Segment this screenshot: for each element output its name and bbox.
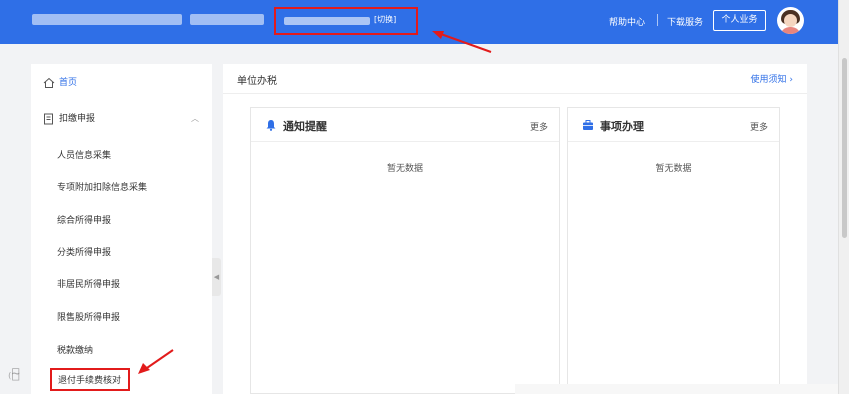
notification-card: 通知提醒 更多 暂无数据 (250, 107, 560, 394)
scrollbar-thumb[interactable] (842, 58, 847, 238)
empty-state: 暂无数据 (386, 164, 423, 174)
masked-site-subtitle (190, 14, 264, 25)
briefcase-icon (583, 120, 593, 130)
sidebar: 首页 扣缴申报 ︿ 人员信息采集 专项附加扣除信息采集 综合所得申报 分类所得申… (31, 64, 212, 394)
card-header: 事项办理 更多 (568, 108, 779, 142)
avatar[interactable] (777, 7, 804, 34)
sidebar-collapse-handle[interactable]: ◀ (212, 258, 221, 296)
card-title: 事项办理 (600, 120, 644, 133)
download-service-link[interactable]: 下载服务 (667, 15, 703, 28)
top-header: [切换] 帮助中心 下载服务 个人业务 (0, 0, 838, 44)
sidebar-item-home[interactable]: 首页 (31, 70, 212, 96)
sidebar-item-label: 扣缴申报 (59, 114, 96, 124)
bottom-toolbar-fragment (515, 384, 838, 394)
help-center-link[interactable]: 帮助中心 (609, 15, 645, 28)
more-link[interactable]: 更多 (530, 120, 548, 133)
chevron-up-icon[interactable]: ︿ (191, 106, 199, 132)
sidebar-item-label: 退付手续费核对 (58, 376, 122, 386)
sidebar-item-fee-refund-check[interactable]: 退付手续费核对 (50, 368, 130, 391)
card-header: 通知提醒 更多 (251, 108, 559, 142)
page-title: 单位办税 (237, 76, 277, 87)
sidebar-item-comprehensive-income[interactable]: 综合所得申报 (57, 213, 111, 226)
document-icon (44, 113, 53, 125)
task-card: 事项办理 更多 暂无数据 (567, 107, 780, 394)
watermark-logo-icon: ₍ఠ̴ (8, 366, 20, 382)
personal-business-button[interactable]: 个人业务 (713, 10, 766, 31)
avatar-shirt (780, 27, 801, 34)
sidebar-item-tax-payment[interactable]: 税款缴纳 (57, 343, 93, 356)
empty-state: 暂无数据 (655, 164, 692, 174)
sidebar-item-classified-income[interactable]: 分类所得申报 (57, 245, 111, 258)
main-panel: 单位办税 使用须知 › 通知提醒 更多 暂无数据 事项办理 更多 暂无数据 (223, 64, 807, 394)
scrollbar[interactable] (838, 0, 849, 394)
usage-notice-link[interactable]: 使用须知 › (751, 72, 793, 85)
sidebar-item-special-deduction[interactable]: 专项附加扣除信息采集 (57, 180, 147, 193)
sidebar-item-label: 首页 (59, 78, 78, 88)
nav-divider (657, 14, 658, 26)
bell-icon (266, 120, 276, 131)
sidebar-group-withholding[interactable]: 扣缴申报 ︿ (31, 106, 212, 132)
more-link[interactable]: 更多 (750, 120, 768, 133)
annotation-arrow-sidebar (138, 349, 174, 374)
company-switch-annotation: [切换] (274, 7, 418, 35)
annotation-arrow-header (432, 31, 492, 53)
avatar-face (784, 14, 797, 27)
sidebar-item-restricted-shares[interactable]: 限售股所得申报 (57, 310, 120, 323)
card-title: 通知提醒 (283, 120, 327, 133)
masked-company-name (284, 17, 370, 25)
sidebar-item-nonresident-income[interactable]: 非居民所得申报 (57, 277, 120, 290)
masked-site-title (32, 14, 182, 25)
switch-company-link[interactable]: [切换] (374, 14, 396, 25)
title-divider (223, 93, 807, 94)
sidebar-item-personnel-info[interactable]: 人员信息采集 (57, 148, 111, 161)
home-icon (43, 77, 55, 88)
usage-notice-label: 使用须知 (750, 75, 787, 85)
